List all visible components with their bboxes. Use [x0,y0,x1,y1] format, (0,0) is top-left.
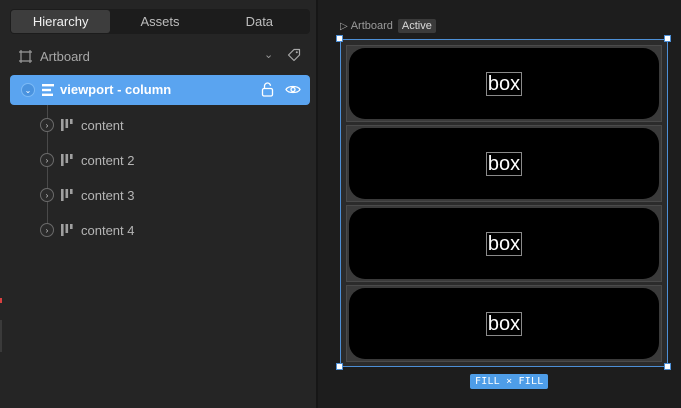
artboard-frame[interactable]: box box box box [340,39,668,367]
artboard-breadcrumb[interactable]: ▷ Artboard Active [340,18,436,34]
content-slot[interactable]: box [346,285,662,362]
resize-handle-bottom-right[interactable] [664,363,671,370]
content-slot[interactable]: box [346,205,662,282]
tree-node-content-2[interactable]: › content 2 [40,150,300,170]
resize-edge-marker [0,298,2,303]
tree-node-content[interactable]: › content [40,115,300,135]
lock-icon[interactable] [261,82,274,97]
tree-node-content-4[interactable]: › content 4 [40,220,300,240]
resize-handle-bottom-left[interactable] [336,363,343,370]
column-layout-icon [42,84,54,96]
tree-node-viewport-column[interactable]: ⌄ viewport - column [10,75,310,105]
state-badge[interactable]: Active [397,19,436,33]
box-card[interactable]: box [349,288,659,359]
resize-edge-handle[interactable] [0,320,2,352]
content-slot[interactable]: box [346,45,662,122]
panel-tabs: Hierarchy Assets Data [10,9,310,34]
row-layout-icon [60,118,74,132]
resize-handle-top-right[interactable] [664,35,671,42]
artboard-breadcrumb-label: Artboard [350,20,393,32]
box-card[interactable]: box [349,48,659,119]
expand-icon[interactable]: › [40,153,54,167]
tree-node-label: content [81,117,124,133]
row-layout-icon [60,188,74,202]
expand-icon[interactable]: › [40,118,54,132]
expand-icon[interactable]: › [40,223,54,237]
content-slot[interactable]: box [346,125,662,202]
artboard-icon [19,49,32,63]
box-text[interactable]: box [485,151,523,176]
chevron-down-icon[interactable]: ⌄ [264,48,273,61]
tree-node-label: content 4 [81,222,135,238]
row-layout-icon [60,223,74,237]
box-text[interactable]: box [485,311,523,336]
tree-node-label: content 3 [81,187,135,203]
tree-node-content-3[interactable]: › content 3 [40,185,300,205]
artboard-selector[interactable]: Artboard ⌄ [18,45,308,67]
box-text[interactable]: box [485,231,523,256]
expand-icon[interactable]: › [40,188,54,202]
artboard-selector-label: Artboard [40,48,90,64]
tab-data[interactable]: Data [210,10,309,33]
row-layout-icon [60,153,74,167]
box-card[interactable]: box [349,208,659,279]
tree-node-label: content 2 [81,152,135,168]
tag-icon[interactable] [287,48,301,62]
box-text[interactable]: box [485,71,523,96]
play-icon[interactable]: ▷ [340,21,348,32]
expand-icon[interactable]: ⌄ [21,83,35,97]
tab-assets[interactable]: Assets [110,10,209,33]
tree-node-label: viewport - column [60,82,172,97]
eye-icon[interactable] [285,83,301,96]
size-mode-badge[interactable]: FILL × FILL [470,374,549,389]
resize-handle-top-left[interactable] [336,35,343,42]
hierarchy-panel: Hierarchy Assets Data Artboard ⌄ ⌄ viewp… [0,0,318,408]
tab-hierarchy[interactable]: Hierarchy [11,10,111,33]
box-card[interactable]: box [349,128,659,199]
